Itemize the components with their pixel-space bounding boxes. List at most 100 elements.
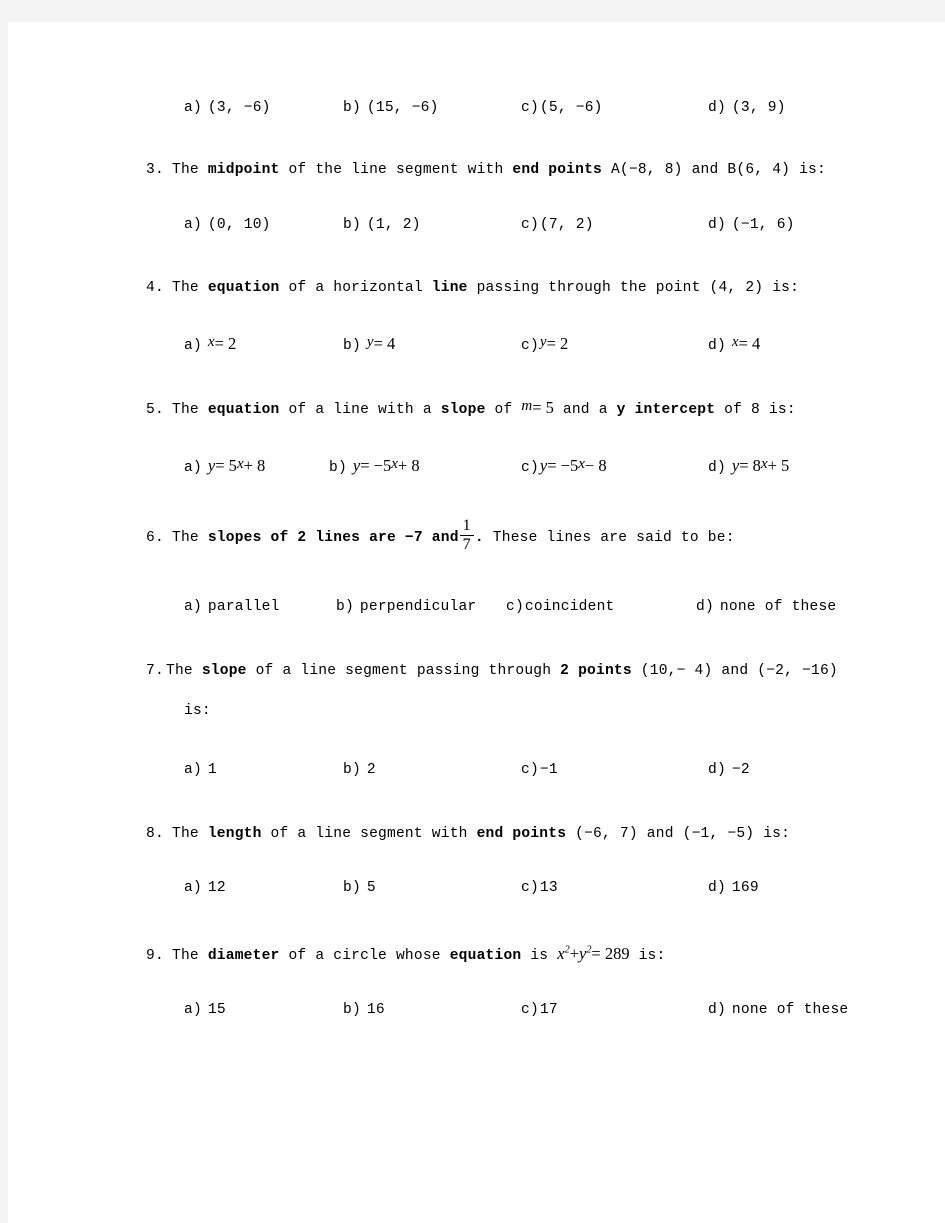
question-keyword: y intercept — [616, 401, 716, 418]
option-q6-b[interactable]: b) perpendicular — [336, 599, 476, 615]
option-text: 5 — [366, 879, 376, 896]
option-q6-d[interactable]: d) none of these — [696, 599, 836, 615]
inline-math-circle-equation: x2+y2= 289 — [557, 944, 629, 963]
option-row-q9: a) 15 b) 16 c)17 d) none of these — [146, 1002, 886, 1064]
option-label: b) — [343, 337, 361, 354]
document-page: a) (3, −6) b) (15, −6) c)(5, −6) d) (3, 9) … — [8, 22, 945, 1223]
fraction-denominator: 7 — [462, 536, 471, 554]
option-label: b) — [329, 459, 347, 476]
question-text: The equation of a horizontal line passin… — [172, 280, 799, 296]
option-text: −1 — [539, 762, 558, 779]
option-text: 169 — [731, 879, 759, 896]
option-q9-d[interactable]: d) none of these — [708, 1002, 848, 1018]
option-label: a) — [184, 216, 202, 233]
option-label: c) — [521, 1001, 539, 1018]
math-expression: + 8 — [243, 455, 266, 475]
option-q4-d[interactable]: d) x= 4 — [708, 334, 760, 354]
option-text: none of these — [731, 1001, 849, 1018]
option-label: a) — [184, 1001, 202, 1018]
option-q3-b[interactable]: b) (1, 2) — [343, 217, 421, 233]
question-keyword: end points — [476, 826, 567, 843]
option-q8-d[interactable]: d) 169 — [708, 880, 759, 896]
question-fragment: The — [172, 529, 208, 546]
option-text: 15 — [207, 1001, 226, 1018]
question-fragment: is: — [629, 947, 666, 964]
option-q5-b[interactable]: b) y= −5x+ 8 — [329, 456, 420, 476]
option-q2-a[interactable]: a) (3, −6) — [184, 100, 271, 116]
option-q8-c[interactable]: c)13 — [521, 880, 558, 896]
option-label: a) — [184, 762, 202, 779]
inline-math-slope: m= 5 — [521, 398, 554, 417]
option-text: none of these — [719, 599, 837, 616]
option-q7-d[interactable]: d) −2 — [708, 762, 750, 778]
option-label: c) — [521, 216, 539, 233]
option-q7-c[interactable]: c)−1 — [521, 762, 558, 778]
math-expression: = 2 — [546, 333, 569, 353]
option-equation: y= 4 — [367, 334, 395, 353]
option-row-q4: a) x= 2 b) y= 4 c)y= 2 d) x= 4 — [146, 334, 886, 396]
question-keyword: diameter — [207, 947, 280, 964]
option-label: a) — [184, 100, 202, 116]
option-q3-c[interactable]: c)(7, 2) — [521, 217, 594, 233]
option-q9-c[interactable]: c)17 — [521, 1002, 558, 1018]
question-fragment: is — [521, 947, 558, 964]
math-variable: x — [236, 455, 244, 472]
option-q8-a[interactable]: a) 12 — [184, 880, 226, 896]
worksheet-content: a) (3, −6) b) (15, −6) c)(5, −6) d) (3, 9) … — [146, 100, 886, 1064]
option-q7-b[interactable]: b) 2 — [343, 762, 376, 778]
question-fragment: of a horizontal — [279, 279, 432, 296]
option-row-q8: a) 12 b) 5 c)13 d) 169 — [146, 880, 886, 942]
question-text: The midpoint of the line segment with en… — [172, 162, 826, 178]
option-q4-c[interactable]: c)y= 2 — [521, 334, 568, 354]
option-text: 2 — [366, 762, 376, 779]
question-keyword: slope — [201, 663, 247, 680]
option-q8-b[interactable]: b) 5 — [343, 880, 376, 896]
option-label: a) — [184, 459, 202, 476]
fraction-numerator: 1 — [462, 516, 471, 534]
math-variable: m — [521, 397, 533, 414]
option-q9-a[interactable]: a) 15 — [184, 1002, 226, 1018]
option-q5-d[interactable]: d) y= 8x+ 5 — [708, 456, 789, 476]
option-q3-a[interactable]: a) (0, 10) — [184, 217, 271, 233]
question-fragment: The — [172, 401, 208, 418]
question-fragment: (−6, 7) and (−1, −5) is: — [566, 826, 791, 843]
question-fragment: . — [474, 529, 484, 546]
option-label: b) — [343, 216, 361, 233]
option-q7-a[interactable]: a) 1 — [184, 762, 217, 778]
option-q6-c[interactable]: c)coincident — [506, 599, 615, 615]
math-expression: = 5 — [215, 455, 237, 475]
option-q4-a[interactable]: a) x= 2 — [184, 334, 236, 354]
option-label: d) — [708, 100, 726, 116]
math-expression: = 8 — [739, 455, 761, 475]
math-expression: = −5 — [547, 455, 579, 475]
math-variable: x — [557, 943, 565, 963]
option-q2-c[interactable]: c)(5, −6) — [521, 100, 603, 116]
math-operator: + — [569, 943, 579, 963]
question-7-continuation: is: — [146, 701, 886, 723]
option-q9-b[interactable]: b) 16 — [343, 1002, 385, 1018]
question-keyword: slope — [440, 401, 486, 418]
option-q5-a[interactable]: a) y= 5x+ 8 — [184, 456, 265, 476]
option-text: (3, −6) — [207, 100, 271, 116]
question-fragment: of a line with a — [279, 401, 441, 418]
question-text: The equation of a line with a slope of m… — [172, 398, 796, 418]
option-label: c) — [521, 100, 539, 116]
question-9: 9. The diameter of a circle whose equatio… — [146, 942, 886, 968]
option-q5-c[interactable]: c)y= −5x− 8 — [521, 456, 607, 476]
option-label: a) — [184, 337, 202, 354]
question-fragment: is: — [184, 703, 211, 720]
option-q6-a[interactable]: a) parallel — [184, 599, 280, 615]
question-text: The slopes of 2 lines are −7 and 1 7. Thes… — [172, 517, 735, 553]
question-number: 9. — [146, 947, 164, 964]
option-label: c) — [521, 337, 539, 354]
math-variable: y — [366, 333, 374, 350]
option-label: b) — [343, 879, 361, 896]
question-5: 5. The equation of a line with a slope of… — [146, 396, 886, 422]
option-q3-d[interactable]: d) (−1, 6) — [708, 217, 795, 233]
option-q2-b[interactable]: b) (15, −6) — [343, 100, 439, 116]
question-fragment: The — [172, 947, 208, 964]
option-text: (3, 9) — [731, 100, 786, 116]
option-q4-b[interactable]: b) y= 4 — [343, 334, 395, 354]
option-q2-d[interactable]: d) (3, 9) — [708, 100, 786, 116]
math-expression: = 2 — [214, 333, 237, 353]
